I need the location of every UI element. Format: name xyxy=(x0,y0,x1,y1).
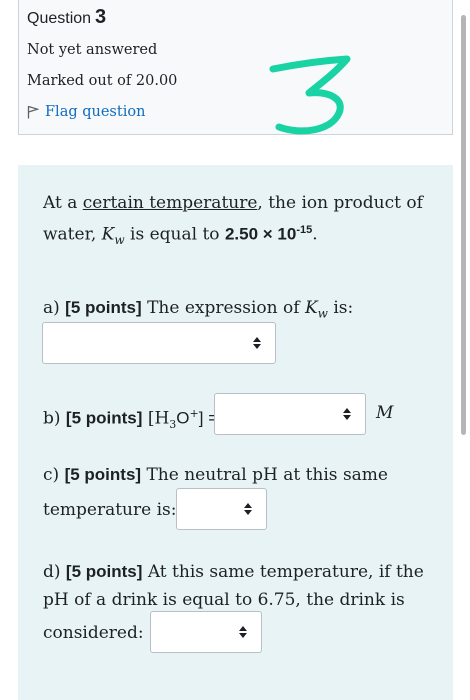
updown-arrow-icon xyxy=(253,337,261,349)
intro-text: . xyxy=(312,224,318,245)
h3o-charge: + xyxy=(189,407,199,420)
intro-underlined-text: certain temperature xyxy=(82,193,258,213)
intro-text: is equal to xyxy=(124,224,225,245)
intro-line-1: At a certain temperature, the ion produc… xyxy=(43,189,423,217)
part-b-select[interactable] xyxy=(214,393,366,435)
flag-icon xyxy=(27,105,39,119)
kw-subscript: w xyxy=(317,306,328,321)
scrollbar[interactable] xyxy=(461,15,466,435)
kw-symbol: K xyxy=(304,298,318,318)
part-d-points: [5 points] xyxy=(65,562,143,581)
question-info-panel: Question 3 Not yet answered Marked out of… xyxy=(18,0,453,135)
question-label: Question xyxy=(27,10,92,27)
part-b-prompt: [H xyxy=(142,408,170,429)
updown-arrow-icon xyxy=(244,503,252,515)
part-c-select[interactable] xyxy=(176,488,267,530)
part-a-label: a) xyxy=(43,298,66,318)
part-c-line-1: c) [5 points] The neutral pH at this sam… xyxy=(43,461,388,489)
flag-question-link[interactable]: Flag question xyxy=(27,104,145,120)
kw-symbol: K xyxy=(101,224,115,245)
part-b-points: [5 points] xyxy=(65,408,143,428)
part-a-prompt: The expression of xyxy=(141,298,305,318)
part-b-text: b) [5 points] [H3O+] = xyxy=(43,400,218,439)
part-a-prompt: is: xyxy=(327,298,354,318)
part-d-prompt: At this same temperature, if the xyxy=(142,562,424,582)
part-d-line-3: considered: xyxy=(43,623,144,643)
question-title: Question 3 xyxy=(27,6,106,29)
handwritten-mark xyxy=(269,55,351,135)
part-c-label: c) xyxy=(43,465,65,485)
part-d-line-2: pH of a drink is equal to 6.75, the drin… xyxy=(43,590,405,610)
part-d-label: d) xyxy=(43,562,66,582)
h3o-oxygen: O xyxy=(176,408,190,428)
kw-exponent: -15 xyxy=(296,224,313,236)
intro-text: At a xyxy=(43,193,83,213)
updown-arrow-icon xyxy=(343,408,351,420)
part-c-line-2: temperature is: xyxy=(43,500,177,520)
part-d-line-1: d) [5 points] At this same temperature, … xyxy=(43,558,424,586)
part-c-points: [5 points] xyxy=(64,465,142,484)
question-grade: Marked out of 20.00 xyxy=(27,73,178,89)
question-page: Question 3 Not yet answered Marked out of… xyxy=(0,0,470,700)
intro-text: , the ion product of xyxy=(257,193,423,213)
question-content: At a certain temperature, the ion produc… xyxy=(18,165,453,700)
kw-value: 2.50 × 10 xyxy=(224,224,297,244)
question-state: Not yet answered xyxy=(27,42,158,58)
intro-line-2: water, Kw is equal to 2.50 × 10-15. xyxy=(43,216,318,254)
part-a-points: [5 points] xyxy=(65,298,142,317)
intro-text: water, xyxy=(43,224,102,245)
flag-question-label: Flag question xyxy=(45,104,146,120)
part-a-select[interactable] xyxy=(42,322,276,364)
question-number: 3 xyxy=(95,6,107,28)
kw-subscript: w xyxy=(114,233,125,248)
part-b-unit: M xyxy=(376,403,394,423)
part-b-label: b) xyxy=(43,408,66,429)
updown-arrow-icon xyxy=(239,626,247,638)
part-d-select[interactable] xyxy=(150,611,262,653)
part-c-prompt: The neutral pH at this same xyxy=(141,465,388,485)
